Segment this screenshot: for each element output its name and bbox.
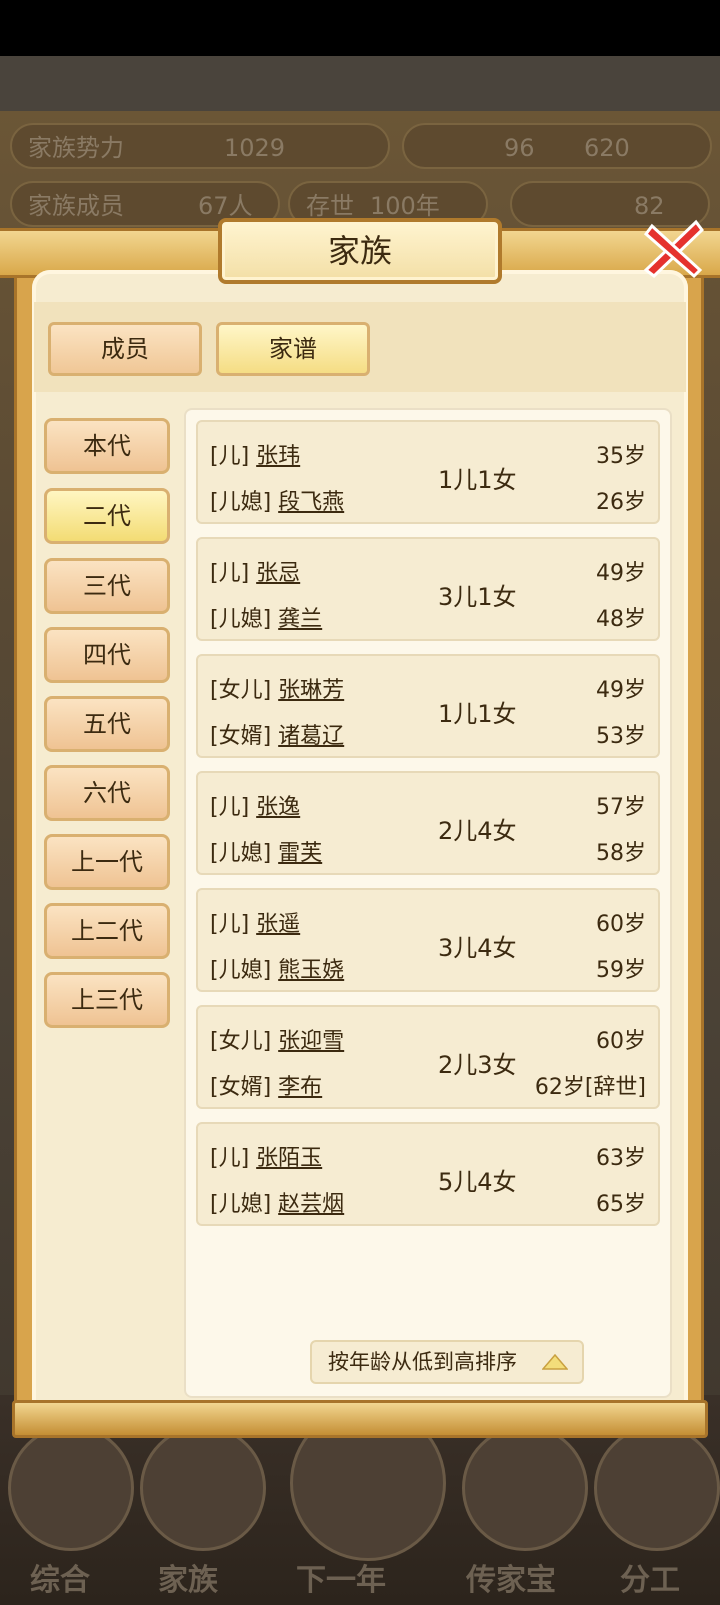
person-name-link[interactable]: 张迎雪 bbox=[278, 1029, 344, 1054]
spouse-name-link[interactable]: 赵芸烟 bbox=[278, 1192, 344, 1217]
spouse-age: 62岁[辞世] bbox=[534, 1075, 646, 1100]
tab-genealogy[interactable]: 家谱 bbox=[216, 322, 370, 376]
person-relation: [儿] bbox=[210, 1146, 250, 1171]
generation-button[interactable]: 四代 bbox=[44, 627, 170, 683]
person-name-link[interactable]: 张陌玉 bbox=[256, 1146, 322, 1171]
person-relation: [女儿] bbox=[210, 1029, 272, 1054]
nav-family-icon[interactable] bbox=[140, 1425, 266, 1551]
person-age: 49岁 bbox=[596, 561, 646, 586]
person-relation: [儿] bbox=[210, 795, 250, 820]
top-strip bbox=[0, 56, 720, 111]
sort-label: 按年龄从低到高排序 bbox=[328, 1350, 517, 1374]
spouse-relation: [儿媳] bbox=[210, 607, 272, 632]
spouse-name-link[interactable]: 段飞燕 bbox=[278, 490, 344, 515]
children-count: 1儿1女 bbox=[438, 466, 517, 494]
spouse-age: 59岁 bbox=[596, 958, 646, 983]
generation-button-selected[interactable]: 二代 bbox=[44, 488, 170, 544]
nav-duty-label: 分工 bbox=[620, 1563, 680, 1598]
generation-button[interactable]: 五代 bbox=[44, 696, 170, 752]
spouse-age: 26岁 bbox=[596, 490, 646, 515]
spouse-age: 65岁 bbox=[596, 1192, 646, 1217]
spouse-relation: [儿媳] bbox=[210, 490, 272, 515]
couple-card[interactable]: [女儿] 张迎雪 [女婿] 李布 2儿3女 60岁 62岁[辞世] bbox=[196, 1005, 660, 1109]
person-relation: [儿] bbox=[210, 444, 250, 469]
modal-title-plate: 家族 bbox=[218, 218, 502, 284]
spouse-name-link[interactable]: 龚兰 bbox=[278, 607, 322, 632]
children-count: 2儿4女 bbox=[438, 817, 517, 845]
generation-button[interactable]: 六代 bbox=[44, 765, 170, 821]
nav-heirloom-label: 传家宝 bbox=[466, 1563, 556, 1598]
children-count: 3儿4女 bbox=[438, 934, 517, 962]
spouse-name-link[interactable]: 雷芙 bbox=[278, 841, 322, 866]
person-age: 49岁 bbox=[596, 678, 646, 703]
resource-stat-2: 620 bbox=[584, 134, 630, 162]
person-age: 60岁 bbox=[596, 912, 646, 937]
family-power-label: 家族势力 bbox=[28, 134, 124, 162]
person-relation: [儿] bbox=[210, 561, 250, 586]
spouse-relation: [儿媳] bbox=[210, 958, 272, 983]
spouse-relation: [女婿] bbox=[210, 724, 272, 749]
modal-title: 家族 bbox=[327, 232, 392, 270]
person-name-link[interactable]: 张琳芳 bbox=[278, 678, 344, 703]
sort-by-age-button[interactable]: 按年龄从低到高排序 bbox=[310, 1340, 584, 1384]
couple-card[interactable]: [儿] 张陌玉 [儿媳] 赵芸烟 5儿4女 63岁 65岁 bbox=[196, 1122, 660, 1226]
resource-stat-1: 96 bbox=[504, 134, 535, 162]
generation-button[interactable]: 本代 bbox=[44, 418, 170, 474]
couple-card[interactable]: [女儿] 张琳芳 [女婿] 诸葛辽 1儿1女 49岁 53岁 bbox=[196, 654, 660, 758]
person-relation: [女儿] bbox=[210, 678, 272, 703]
children-count: 2儿3女 bbox=[438, 1051, 517, 1079]
children-count: 3儿1女 bbox=[438, 583, 517, 611]
status-bar bbox=[0, 0, 720, 56]
triangle-up-icon bbox=[542, 1354, 568, 1370]
person-name-link[interactable]: 张逸 bbox=[256, 795, 300, 820]
tab-members[interactable]: 成员 bbox=[48, 322, 202, 376]
person-age: 57岁 bbox=[596, 795, 646, 820]
spouse-age: 53岁 bbox=[596, 724, 646, 749]
nav-heirloom-icon[interactable] bbox=[462, 1425, 588, 1551]
spouse-relation: [儿媳] bbox=[210, 1192, 272, 1217]
couple-card[interactable]: [儿] 张逸 [儿媳] 雷芙 2儿4女 57岁 58岁 bbox=[196, 771, 660, 875]
person-relation: [儿] bbox=[210, 912, 250, 937]
generation-button[interactable]: 上三代 bbox=[44, 972, 170, 1028]
spouse-name-link[interactable]: 诸葛辽 bbox=[278, 724, 344, 749]
spouse-age: 58岁 bbox=[596, 841, 646, 866]
spouse-name-link[interactable]: 李布 bbox=[278, 1075, 322, 1100]
nav-family-label: 家族 bbox=[158, 1563, 218, 1598]
spouse-relation: [女婿] bbox=[210, 1075, 272, 1100]
generation-button[interactable]: 上一代 bbox=[44, 834, 170, 890]
close-icon[interactable] bbox=[638, 212, 708, 282]
couple-card[interactable]: [儿] 张玮 [儿媳] 段飞燕 1儿1女 35岁 26岁 bbox=[196, 420, 660, 524]
family-members-label: 家族成员 bbox=[28, 192, 124, 220]
alive-years-label: 存世 bbox=[306, 192, 354, 220]
modal-base bbox=[12, 1400, 708, 1438]
nav-overview-icon[interactable] bbox=[8, 1425, 134, 1551]
person-name-link[interactable]: 张遥 bbox=[256, 912, 300, 937]
nav-duty-icon[interactable] bbox=[594, 1425, 720, 1551]
spouse-age: 48岁 bbox=[596, 607, 646, 632]
generation-button[interactable]: 上二代 bbox=[44, 903, 170, 959]
resource-bar: 96 620 bbox=[402, 123, 712, 169]
spouse-relation: [儿媳] bbox=[210, 841, 272, 866]
couple-card[interactable]: [儿] 张忌 [儿媳] 龚兰 3儿1女 49岁 48岁 bbox=[196, 537, 660, 641]
person-age: 60岁 bbox=[596, 1029, 646, 1054]
person-name-link[interactable]: 张忌 bbox=[256, 561, 300, 586]
generation-button[interactable]: 三代 bbox=[44, 558, 170, 614]
spouse-name-link[interactable]: 熊玉娆 bbox=[278, 958, 344, 983]
children-count: 1儿1女 bbox=[438, 700, 517, 728]
couple-card[interactable]: [儿] 张遥 [儿媳] 熊玉娆 3儿4女 60岁 59岁 bbox=[196, 888, 660, 992]
person-name-link[interactable]: 张玮 bbox=[256, 444, 300, 469]
family-power-value: 1029 bbox=[224, 134, 286, 162]
person-age: 63岁 bbox=[596, 1146, 646, 1171]
nav-next-year-label: 下一年 bbox=[296, 1563, 386, 1598]
family-power-bar: 家族势力 1029 bbox=[10, 123, 390, 169]
nav-overview-label: 综合 bbox=[30, 1563, 90, 1598]
children-count: 5儿4女 bbox=[438, 1168, 517, 1196]
person-age: 35岁 bbox=[596, 444, 646, 469]
